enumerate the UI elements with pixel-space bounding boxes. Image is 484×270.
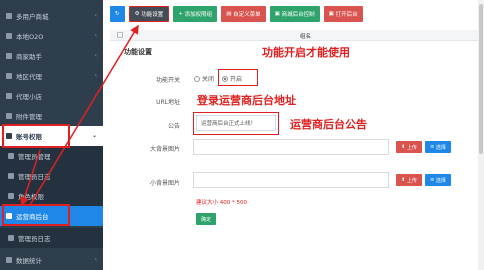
confirm-button[interactable]: 确定: [196, 213, 216, 225]
chevron-left-icon: ‹: [94, 256, 97, 263]
large-choose-button[interactable]: ≡ 选择: [425, 141, 451, 153]
operator-backend-highlight: [2, 204, 70, 226]
paperclip-icon: [6, 113, 12, 119]
chevron-left-icon: ‹: [94, 32, 97, 39]
menu-icon: ▤: [226, 11, 234, 17]
choose-label: 选择: [435, 177, 446, 184]
handshake-icon: [6, 53, 12, 59]
notice-label: 公告: [167, 123, 180, 130]
store-icon: [6, 13, 12, 19]
backend-control-label: 商城后台控制: [281, 12, 315, 18]
settings-button[interactable]: ⚙ 功能设置: [128, 6, 170, 22]
sidebar-item-label: 管理员日志: [18, 173, 51, 181]
chevron-left-icon: ‹: [94, 52, 97, 59]
sidebar-item-admin-manage[interactable]: 管理员管理: [0, 146, 103, 166]
small-logo-label: 小背景图片: [149, 180, 180, 187]
log-icon: [8, 235, 14, 241]
chart-icon: [6, 257, 12, 263]
add-group-label: 添加权限组: [184, 12, 213, 18]
sidebar-item-admin-log-b[interactable]: 管理员日志: [0, 228, 103, 248]
toolbar: ↻ ⚙ 功能设置 + 添加权限组 ▤ 自定义菜单 ▣ 商城后台控制 ▣ 打开后台: [110, 6, 363, 22]
user-log-icon: [8, 173, 14, 179]
sidebar-item-label: 附件管理: [16, 113, 42, 121]
sidebar-item-label: 管理员日志: [18, 235, 51, 243]
small-choose-button[interactable]: ≡ 选择: [425, 174, 451, 186]
radio-off[interactable]: 关闭: [194, 74, 214, 83]
notice-highlight: [193, 112, 279, 135]
sidebar-item-label: 地区代理: [16, 73, 42, 81]
account-permissions-highlight: [2, 124, 70, 148]
sidebar-item-attachments[interactable]: 附件管理: [0, 106, 103, 126]
map-pin-icon: [6, 73, 12, 79]
notice-annotation: 运营商后台公告: [290, 118, 367, 131]
open-backend-label: 打开后台: [335, 12, 358, 18]
gear-icon: ⚙: [134, 11, 142, 17]
sidebar-item-statistics[interactable]: 数据统计 ‹: [0, 250, 103, 270]
large-logo-label: 大背景图片: [149, 146, 180, 153]
sidebar-item-merchant[interactable]: 商家助手 ‹: [0, 46, 103, 66]
monitor-icon: ▣: [274, 11, 282, 17]
sidebar-item-label: 商家助手: [16, 53, 42, 61]
refresh-button[interactable]: ↻: [110, 6, 125, 22]
custom-menu-button[interactable]: ▤ 自定义菜单: [221, 6, 266, 22]
open-backend-button[interactable]: ▣ 打开后台: [323, 6, 363, 22]
table-header: [110, 30, 484, 41]
url-label: URL地址: [156, 99, 180, 106]
location-icon: [6, 33, 12, 39]
sidebar-item-admin-log-a[interactable]: 管理员日志: [0, 166, 103, 186]
shop-icon: [6, 93, 12, 99]
sidebar-item-role-permissions[interactable]: 角色权限: [0, 186, 103, 206]
select-all-checkbox[interactable]: [117, 32, 123, 38]
radio-dot: [194, 75, 200, 82]
sidebar-item-label: 本地O2O: [16, 33, 44, 41]
custom-menu-label: 自定义菜单: [233, 12, 261, 18]
sidebar-item-o2o[interactable]: 本地O2O ‹: [0, 26, 103, 46]
sidebar-item-label: 代理小店: [16, 93, 42, 101]
chevron-left-icon: ‹: [94, 12, 97, 19]
chevron-left-icon: ‹: [94, 72, 97, 79]
scrollbar-thumb[interactable]: [479, 4, 483, 154]
sidebar-item-label: 管理员管理: [18, 153, 51, 161]
add-group-button[interactable]: + 添加权限组: [173, 6, 218, 22]
user-icon: [8, 153, 14, 159]
role-icon: [8, 193, 14, 199]
radio-off-label: 关闭: [202, 76, 215, 83]
large-upload-button[interactable]: ⬆ 上传: [396, 141, 422, 153]
sidebar-item-label: 角色权限: [18, 193, 44, 201]
switch-highlight: [218, 69, 258, 86]
size-hint: 建议大小 400 * 500: [196, 200, 247, 206]
settings-button-label: 功能设置: [141, 12, 164, 18]
chevron-left-icon: ‹: [94, 92, 97, 99]
sidebar-item-label: 多用户商城: [16, 13, 49, 21]
backend-control-button[interactable]: ▣ 商城后台控制: [269, 6, 320, 22]
switch-annotation: 功能开启才能使用: [262, 46, 350, 59]
upload-label: 上传: [406, 144, 417, 151]
sidebar-item-label: 数据统计: [16, 257, 42, 265]
panel-title: 功能设置: [124, 48, 152, 56]
choose-label: 选择: [435, 144, 446, 151]
chevron-down-icon: ⌄: [91, 132, 97, 139]
small-logo-input[interactable]: [193, 172, 389, 188]
sidebar-item-mall[interactable]: 多用户商城 ‹: [0, 6, 103, 26]
external-icon: ▣: [328, 11, 336, 17]
app-root: 多用户商城 ‹ 本地O2O ‹ 商家助手 ‹ 地区代理 ‹ 代理小店 ‹ 附件管理 账号权…: [0, 0, 484, 270]
large-logo-input[interactable]: [193, 139, 389, 155]
switch-label: 功能开关: [155, 77, 180, 84]
sidebar-item-agent-shop[interactable]: 代理小店 ‹: [0, 86, 103, 106]
sidebar-item-region-agent[interactable]: 地区代理 ‹: [0, 66, 103, 86]
small-upload-button[interactable]: ⬆ 上传: [396, 174, 422, 186]
upload-label: 上传: [406, 177, 417, 184]
column-header-name: 组名: [300, 34, 312, 40]
url-annotation: 登录运营商后台地址: [197, 94, 296, 107]
